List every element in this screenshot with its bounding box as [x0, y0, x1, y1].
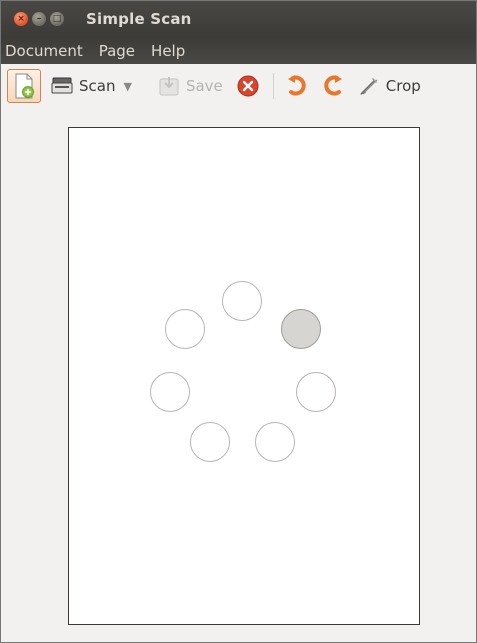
rotate-left-button[interactable]	[286, 74, 308, 98]
toolbar-separator	[272, 73, 274, 99]
menu-help[interactable]: Help	[151, 42, 185, 60]
minimize-window-button[interactable]: –	[32, 12, 46, 26]
window-title: Simple Scan	[86, 10, 192, 28]
spinner-dot	[165, 309, 205, 349]
crop-button[interactable]: Crop	[358, 75, 421, 97]
menu-bar: Document Page Help	[1, 37, 476, 64]
crop-icon	[359, 78, 378, 95]
menu-page[interactable]: Page	[99, 42, 135, 60]
scan-area	[1, 108, 476, 642]
new-document-icon	[15, 73, 34, 99]
rotate-right-button[interactable]	[322, 74, 344, 98]
spinner-dot	[255, 422, 295, 462]
rotate-right-icon	[324, 75, 342, 96]
page-preview[interactable]	[68, 127, 420, 625]
close-window-button[interactable]: ×	[14, 12, 28, 26]
rotate-left-icon	[287, 75, 306, 96]
spinner-dot	[222, 281, 262, 321]
save-button[interactable]: Save	[158, 75, 223, 97]
menu-document[interactable]: Document	[5, 42, 83, 60]
save-label: Save	[185, 77, 223, 95]
spinner-dot-active	[281, 309, 321, 349]
title-bar: × – □ Simple Scan	[1, 1, 476, 37]
scanner-icon	[51, 77, 73, 94]
save-icon	[159, 77, 179, 96]
spinner-dot	[150, 372, 190, 412]
spinner-dot	[190, 422, 230, 462]
new-document-button[interactable]	[7, 69, 41, 103]
stop-icon	[237, 75, 259, 97]
app-window: × – □ Simple Scan Document Page Help Sca	[0, 0, 477, 643]
scan-button[interactable]: Scan ▼	[51, 76, 144, 96]
crop-label: Crop	[385, 77, 421, 95]
window-controls: × – □	[14, 12, 64, 26]
maximize-window-button[interactable]: □	[50, 12, 64, 26]
scan-label: Scan	[79, 77, 116, 95]
toolbar: Scan ▼ Save Crop	[1, 64, 476, 108]
spinner-dot	[296, 372, 336, 412]
scan-dropdown-arrow-icon[interactable]: ▼	[123, 80, 131, 93]
stop-button[interactable]	[237, 75, 259, 97]
